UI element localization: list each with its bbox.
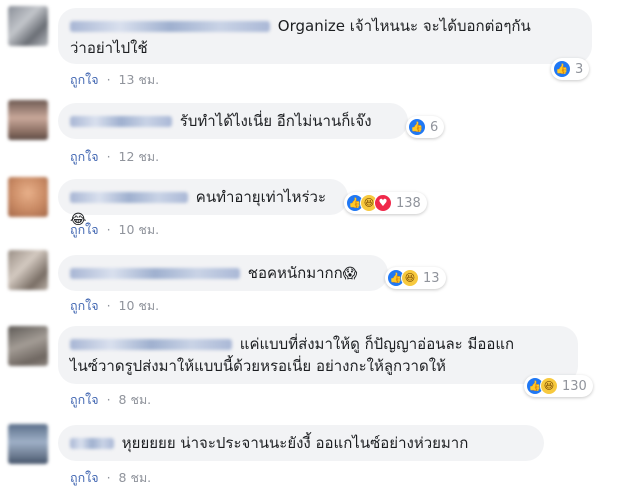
- commenter-name[interactable]: [70, 192, 188, 203]
- comment-text-line2: ไนซ์วาดรูปส่งมาให้แบบนี้ด้วยหรอเนี่ย อย่…: [70, 357, 446, 375]
- separator: ·: [106, 72, 111, 87]
- timestamp[interactable]: 8 ชม.: [119, 470, 152, 485]
- avatar[interactable]: [8, 100, 48, 140]
- timestamp[interactable]: 12 ชม.: [119, 149, 160, 164]
- reactions[interactable]: 👍 😆 ♥ 138: [344, 192, 427, 214]
- comment-text-line1: คนทำอายุเท่าไหร่วะ: [195, 188, 327, 206]
- reaction-count: 13: [423, 270, 440, 286]
- like-link[interactable]: ถูกใจ: [70, 222, 99, 237]
- separator: ·: [106, 392, 111, 407]
- love-reaction-icon: ♥: [374, 194, 392, 212]
- like-link[interactable]: ถูกใจ: [70, 470, 99, 485]
- timestamp[interactable]: 10 ชม.: [119, 222, 160, 237]
- comment-bubble: ชอคหนักมากก😱: [58, 255, 388, 291]
- separator: ·: [106, 298, 111, 313]
- reactions[interactable]: 👍 😆 13: [385, 267, 446, 289]
- comment-text-line1: Organize เจ้าไหนนะ จะได้บอกต่อๆกัน: [277, 17, 531, 35]
- timestamp[interactable]: 13 ชม.: [119, 72, 160, 87]
- comment-bubble: คนทำอายุเท่าไหร่วะ😂: [58, 179, 348, 228]
- avatar[interactable]: [8, 424, 48, 464]
- avatar[interactable]: [8, 250, 48, 290]
- comment-text-line1: ชอคหนักมากก: [247, 264, 343, 282]
- like-link[interactable]: ถูกใจ: [70, 72, 99, 87]
- reaction-count: 6: [430, 119, 439, 135]
- commenter-name[interactable]: [70, 339, 232, 350]
- comment-actions: ถูกใจ · 13 ชม.: [70, 70, 159, 90]
- commenter-name[interactable]: [70, 438, 114, 449]
- like-reaction-icon: 👍: [408, 118, 426, 136]
- reaction-count: 138: [396, 195, 421, 211]
- haha-reaction-icon: 😆: [540, 377, 558, 395]
- timestamp[interactable]: 8 ชม.: [119, 392, 152, 407]
- comment-actions: ถูกใจ · 8 ชม.: [70, 468, 151, 488]
- separator: ·: [106, 149, 111, 164]
- reactions[interactable]: 👍 6: [406, 116, 445, 138]
- commenter-name[interactable]: [70, 21, 270, 32]
- screaming-face-emoji: 😱: [342, 266, 358, 282]
- comment-text-line1: แค่แบบที่ส่งมาให้ดู ก็ปัญญาอ่อนละ มีออแก: [239, 335, 515, 353]
- reaction-count: 3: [575, 61, 584, 77]
- comment-bubble: รับทำได้ไงเนี่ย อีกไม่นานก็เจ๊ง: [58, 103, 408, 139]
- avatar[interactable]: [8, 6, 48, 46]
- like-link[interactable]: ถูกใจ: [70, 298, 99, 313]
- haha-reaction-icon: 😆: [401, 269, 419, 287]
- commenter-name[interactable]: [70, 116, 172, 127]
- timestamp[interactable]: 10 ชม.: [119, 298, 160, 313]
- comment-actions: ถูกใจ · 10 ชม.: [70, 220, 159, 240]
- comment-text-line1: หุยยยยย น่าจะประจานนะยังงี้ ออแกไนซ์อย่า…: [121, 434, 469, 452]
- avatar[interactable]: [8, 326, 48, 366]
- separator: ·: [106, 222, 111, 237]
- comment-actions: ถูกใจ · 10 ชม.: [70, 296, 159, 316]
- reaction-count: 130: [562, 378, 587, 394]
- like-link[interactable]: ถูกใจ: [70, 392, 99, 407]
- comment-actions: ถูกใจ · 12 ชม.: [70, 147, 159, 167]
- reactions[interactable]: 👍 😆 130: [524, 375, 593, 397]
- separator: ·: [106, 470, 111, 485]
- comment-bubble: หุยยยยย น่าจะประจานนะยังงี้ ออแกไนซ์อย่า…: [58, 425, 544, 461]
- comment-text-line2: ว่าอย่าไปใช้: [70, 39, 148, 57]
- like-reaction-icon: 👍: [553, 60, 571, 78]
- comment-text-line1: รับทำได้ไงเนี่ย อีกไม่นานก็เจ๊ง: [179, 112, 372, 130]
- avatar[interactable]: [8, 177, 48, 217]
- comment-bubble: แค่แบบที่ส่งมาให้ดู ก็ปัญญาอ่อนละ มีออแก…: [58, 326, 578, 384]
- comment-actions: ถูกใจ · 8 ชม.: [70, 390, 151, 410]
- commenter-name[interactable]: [70, 268, 240, 279]
- like-link[interactable]: ถูกใจ: [70, 149, 99, 164]
- comment-bubble: Organize เจ้าไหนนะ จะได้บอกต่อๆกัน ว่าอย…: [58, 8, 592, 64]
- reactions[interactable]: 👍 3: [551, 58, 590, 80]
